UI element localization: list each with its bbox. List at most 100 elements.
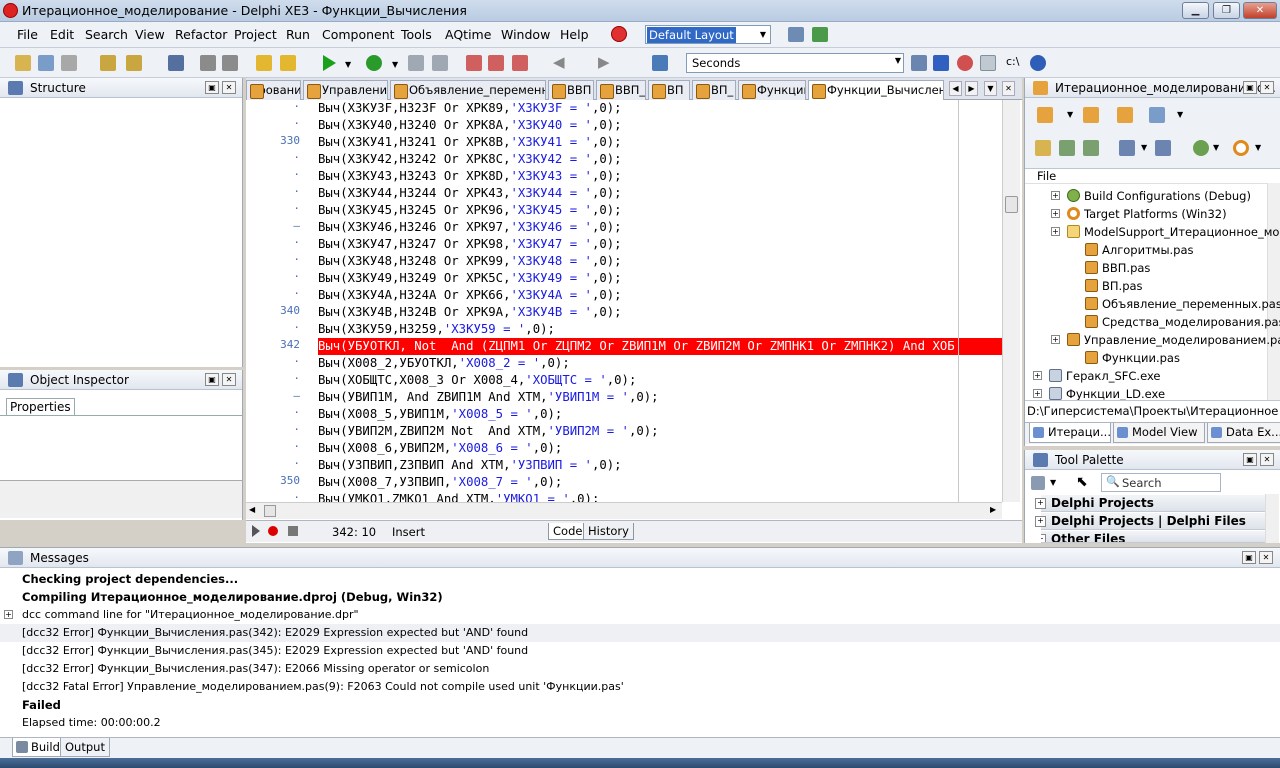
- code-line[interactable]: Выч(X3КУ4B,H324B Or XPK9A,'X3КУ4B = ',0)…: [318, 304, 622, 321]
- horizontal-scrollbar[interactable]: ◀ ▶: [246, 502, 1002, 519]
- pin-icon[interactable]: ▣: [1243, 453, 1257, 466]
- tab-upravlenie[interactable]: Управление: [303, 80, 388, 100]
- chevron-down-icon[interactable]: ▼: [1141, 143, 1147, 152]
- tab-properties[interactable]: Properties: [6, 398, 75, 415]
- build-icon[interactable]: [1155, 140, 1171, 156]
- expand-icon[interactable]: +: [1033, 371, 1042, 380]
- code-line[interactable]: Выч(УВИП1М, And ZВИП1М And XТМ,'УВИП1М =…: [318, 389, 659, 406]
- chevron-down-icon[interactable]: ▼: [1177, 110, 1183, 119]
- message-line[interactable]: [dcc32 Error] Функции_Вычисления.pas(347…: [22, 660, 489, 678]
- collapse-icon[interactable]: [1083, 140, 1099, 156]
- menu-view[interactable]: View: [135, 27, 165, 42]
- code-line[interactable]: Выч(X3КУ41,H3241 Or XPK8B,'X3КУ41 = ',0)…: [318, 134, 622, 151]
- code-line[interactable]: Выч(УМКО1,ZМКО1 And XТМ,'УМКО1 = ',0);: [318, 491, 599, 502]
- project-tree-item[interactable]: Алгоритмы.pas: [1085, 241, 1194, 259]
- project-tree-item[interactable]: Геракл_SFC.exe: [1049, 367, 1160, 385]
- close-icon[interactable]: ✕: [1259, 551, 1273, 564]
- project-tree-item[interactable]: Функции.pas: [1085, 349, 1180, 367]
- open-project-icon[interactable]: [38, 55, 54, 71]
- code-line[interactable]: Выч(X3КУ3F,H323F Or XPK89,'X3КУ3F = ',0)…: [318, 100, 622, 117]
- code-line[interactable]: Выч(X3КУ47,H3247 Or XPK98,'X3КУ47 = ',0)…: [318, 236, 622, 253]
- pointer-icon[interactable]: ⬉: [1076, 474, 1088, 490]
- tab-build[interactable]: Build: [12, 738, 65, 757]
- palette-scrollbar[interactable]: [1265, 494, 1279, 543]
- close-button[interactable]: ✕: [1243, 2, 1277, 19]
- vertical-scrollbar[interactable]: [1002, 100, 1020, 502]
- pin-icon[interactable]: ▣: [205, 81, 219, 94]
- category-other-files[interactable]: Other Files: [1041, 531, 1269, 543]
- tab-scroll-left-icon[interactable]: ◀: [949, 81, 962, 96]
- menu-project[interactable]: Project: [234, 27, 277, 42]
- help-icon[interactable]: [1030, 55, 1046, 71]
- save-all-icon[interactable]: [61, 55, 77, 71]
- code-line[interactable]: Выч(X3КУ46,H3246 Or XPK97,'X3КУ46 = ',0)…: [318, 219, 622, 236]
- run-to-cursor-icon[interactable]: [512, 55, 528, 71]
- expand-icon[interactable]: +: [1051, 335, 1060, 344]
- macro-record-icon[interactable]: [268, 526, 278, 536]
- close-icon[interactable]: ✕: [222, 81, 236, 94]
- remove-from-project-icon[interactable]: [280, 55, 296, 71]
- view-form-icon[interactable]: [222, 55, 238, 71]
- code-area[interactable]: Выч(X3КУ3F,H323F Or XPK89,'X3КУ3F = ',0)…: [306, 100, 1002, 502]
- code-line[interactable]: Выч(X3КУ49,H3249 Or XPK5C,'X3КУ49 = ',0)…: [318, 270, 622, 287]
- code-line[interactable]: Выч(X008_2,УБУОТКЛ,'X008_2 = ',0);: [318, 355, 570, 372]
- close-icon[interactable]: ✕: [1260, 453, 1274, 466]
- save-desktop-icon[interactable]: [788, 27, 804, 42]
- analyzer-icon[interactable]: [957, 55, 973, 71]
- sync-icon[interactable]: [1035, 140, 1051, 156]
- debug-dropdown-icon[interactable]: ▼: [392, 60, 398, 69]
- results-icon[interactable]: [911, 55, 927, 71]
- profiler-icon[interactable]: [933, 55, 949, 71]
- timer-units-select[interactable]: Seconds ▼: [686, 53, 904, 73]
- message-line[interactable]: dcc command line for "Итерационное_модел…: [22, 606, 359, 624]
- expand-icon[interactable]: +: [4, 610, 13, 619]
- run-dropdown-icon[interactable]: ▼: [345, 60, 351, 69]
- view-unit-icon[interactable]: [200, 55, 216, 71]
- tab-vp-impl[interactable]: ВП_: [692, 80, 736, 100]
- code-line[interactable]: Выч(X008_5,УВИП1М,'X008_5 = ',0);: [318, 406, 562, 423]
- error-code-line[interactable]: Выч(УБУОТКЛ, Not And (ZЦПМ1 Or ZЦПМ2 Or …: [318, 338, 1002, 355]
- chevron-down-icon[interactable]: ▼: [1067, 110, 1073, 119]
- macro-play-icon[interactable]: [252, 525, 260, 537]
- expand-icon[interactable]: +: [1033, 389, 1042, 398]
- tree-scrollbar[interactable]: [1267, 183, 1280, 401]
- menu-component[interactable]: Component: [322, 27, 395, 42]
- expand-icon[interactable]: +: [1051, 227, 1060, 236]
- run-without-debug-icon[interactable]: [366, 55, 382, 71]
- code-line[interactable]: Выч(X3КУ42,H3242 Or XPK8C,'X3КУ42 = ',0)…: [318, 151, 622, 168]
- message-line[interactable]: [dcc32 Fatal Error] Управление_моделиров…: [22, 678, 624, 696]
- project-tree[interactable]: File + Build Configurations (Debug) + Targe…: [1025, 168, 1280, 401]
- tab-output[interactable]: Output: [60, 738, 110, 757]
- trace-into-icon[interactable]: [466, 55, 482, 71]
- expand-icon[interactable]: [1059, 140, 1075, 156]
- category-delphi-projects[interactable]: Delphi Projects: [1035, 495, 1269, 512]
- deploy-icon[interactable]: [1193, 140, 1209, 156]
- open-folder-icon[interactable]: [1117, 107, 1133, 123]
- tab-data-explorer[interactable]: Data Ex...: [1207, 423, 1280, 443]
- expand-icon[interactable]: +: [1051, 191, 1060, 200]
- project-tree-item[interactable]: Target Platforms (Win32): [1067, 205, 1227, 223]
- list-icon[interactable]: [1119, 140, 1135, 156]
- category-delphi-files[interactable]: Delphi Projects | Delphi Files: [1035, 513, 1269, 530]
- message-line[interactable]: Checking project dependencies...: [22, 570, 238, 588]
- project-tree-item[interactable]: Объявление_переменных.pas: [1085, 295, 1280, 313]
- minimize-button[interactable]: ▁: [1182, 2, 1209, 19]
- code-line[interactable]: Выч(X3КУ4A,H324A Or XPK66,'X3КУ4A = ',0)…: [318, 287, 622, 304]
- tab-history[interactable]: History: [583, 523, 634, 540]
- options-icon[interactable]: [980, 55, 996, 71]
- tab-close-icon[interactable]: ✕: [1002, 81, 1015, 96]
- menu-edit[interactable]: Edit: [50, 27, 74, 42]
- save-icon[interactable]: [168, 55, 184, 71]
- scrollbar-thumb[interactable]: [264, 505, 276, 517]
- new-file-icon[interactable]: [100, 55, 116, 71]
- add-to-project-icon[interactable]: [256, 55, 272, 71]
- pin-icon[interactable]: ▣: [1242, 551, 1256, 564]
- code-line[interactable]: Выч(X3КУ44,H3244 Or XPK43,'X3КУ44 = ',0)…: [318, 185, 622, 202]
- tab-vvp-impl[interactable]: ВВП_: [596, 80, 646, 100]
- delphi-app-icon[interactable]: [3, 3, 18, 18]
- tab-model-view[interactable]: Model View: [1113, 423, 1205, 443]
- properties-grid[interactable]: [0, 415, 242, 478]
- new-items-icon[interactable]: [15, 55, 31, 71]
- view-icon[interactable]: [1149, 107, 1165, 123]
- pause-icon[interactable]: [408, 55, 424, 71]
